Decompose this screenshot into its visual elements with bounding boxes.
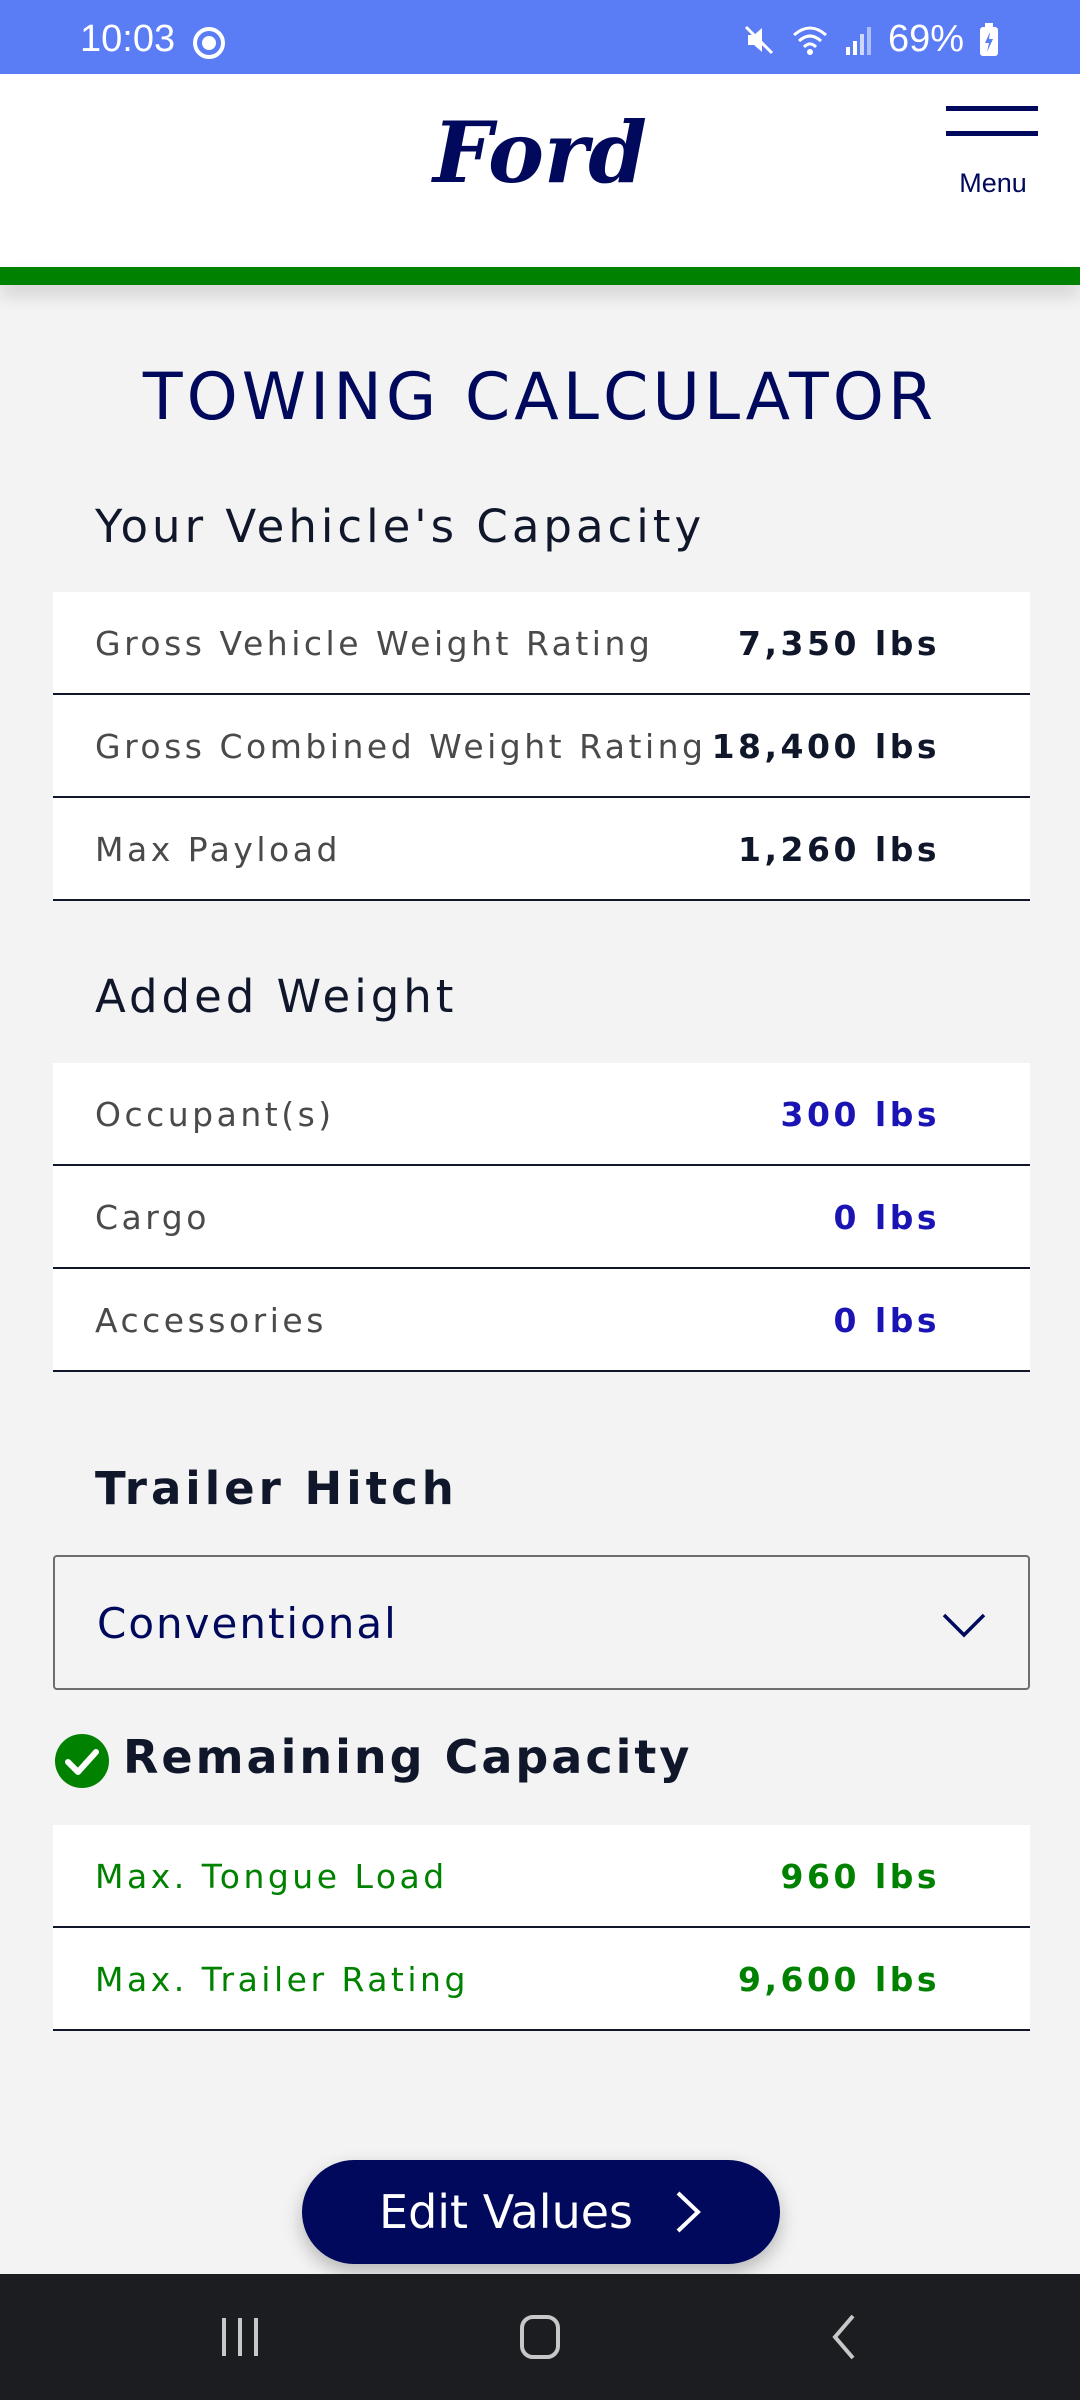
page-title: TOWING CALCULATOR [142, 360, 938, 435]
row-label: Accessories [95, 1301, 327, 1340]
status-bar: 10:03 69% [0, 0, 1080, 74]
chevron-down-icon [942, 1613, 986, 1638]
row-value: 0 lbs [833, 1198, 940, 1237]
ford-logo[interactable]: Ford [430, 102, 650, 202]
status-time: 10:03 [80, 18, 176, 60]
row-label: Max. Trailer Rating [95, 1960, 469, 1999]
trailer-hitch-title: Trailer Hitch [95, 1462, 458, 1515]
row-label: Gross Combined Weight Rating [95, 727, 707, 766]
back-icon[interactable] [815, 2312, 875, 2362]
battery-percent: 69% [887, 18, 964, 60]
table-row: Cargo 0 lbs [53, 1166, 1030, 1269]
notification-icon [193, 27, 225, 59]
row-label: Gross Vehicle Weight Rating [95, 624, 654, 663]
table-row: Gross Combined Weight Rating 18,400 lbs [53, 695, 1030, 798]
wifi-icon [792, 26, 827, 55]
table-row: Max. Trailer Rating 9,600 lbs [53, 1928, 1030, 2031]
capacity-table: Gross Vehicle Weight Rating 7,350 lbs Gr… [53, 592, 1030, 901]
system-nav-bar [0, 2274, 1080, 2400]
hamburger-icon [946, 106, 1040, 136]
remaining-capacity-title: Remaining Capacity [123, 1730, 693, 1784]
site-header: Ford Menu [0, 74, 1080, 267]
remaining-capacity-table: Max. Tongue Load 960 lbs Max. Trailer Ra… [53, 1825, 1030, 2031]
menu-label: Menu [959, 168, 1027, 198]
table-row: Max Payload 1,260 lbs [53, 798, 1030, 901]
table-row: Accessories 0 lbs [53, 1269, 1030, 1372]
trailer-hitch-selected-value: Conventional [97, 1599, 398, 1648]
row-value: 9,600 lbs [738, 1960, 940, 1999]
table-row: Occupant(s) 300 lbs [53, 1063, 1030, 1166]
header-accent-bar [0, 267, 1080, 285]
svg-text:Ford: Ford [431, 103, 647, 202]
edit-values-label: Edit Values [379, 2185, 633, 2239]
added-weight-table: Occupant(s) 300 lbs Cargo 0 lbs Accessor… [53, 1063, 1030, 1372]
row-label: Max Payload [95, 830, 341, 869]
capacity-section-title: Your Vehicle's Capacity [95, 500, 706, 553]
added-weight-section-title: Added Weight [95, 970, 458, 1023]
battery-icon [980, 22, 998, 56]
menu-button[interactable]: Menu [946, 106, 1040, 206]
signal-icon [845, 26, 871, 55]
row-label: Max. Tongue Load [95, 1857, 448, 1896]
trailer-hitch-select[interactable]: Conventional [53, 1555, 1030, 1690]
row-value: 7,350 lbs [738, 624, 940, 663]
row-value: 1,260 lbs [738, 830, 940, 869]
row-value: 300 lbs [780, 1095, 940, 1134]
row-value: 0 lbs [833, 1301, 940, 1340]
row-label: Cargo [95, 1198, 210, 1237]
edit-values-button[interactable]: Edit Values [302, 2160, 780, 2264]
row-value: 18,400 lbs [711, 727, 940, 766]
home-icon[interactable] [510, 2312, 570, 2362]
row-value: 960 lbs [780, 1857, 940, 1896]
row-label: Occupant(s) [95, 1095, 335, 1134]
chevron-right-icon [676, 2191, 701, 2233]
check-circle-icon [55, 1734, 109, 1788]
recent-apps-icon[interactable] [210, 2312, 270, 2362]
table-row: Gross Vehicle Weight Rating 7,350 lbs [53, 592, 1030, 695]
table-row: Max. Tongue Load 960 lbs [53, 1825, 1030, 1928]
mute-icon [744, 25, 773, 54]
